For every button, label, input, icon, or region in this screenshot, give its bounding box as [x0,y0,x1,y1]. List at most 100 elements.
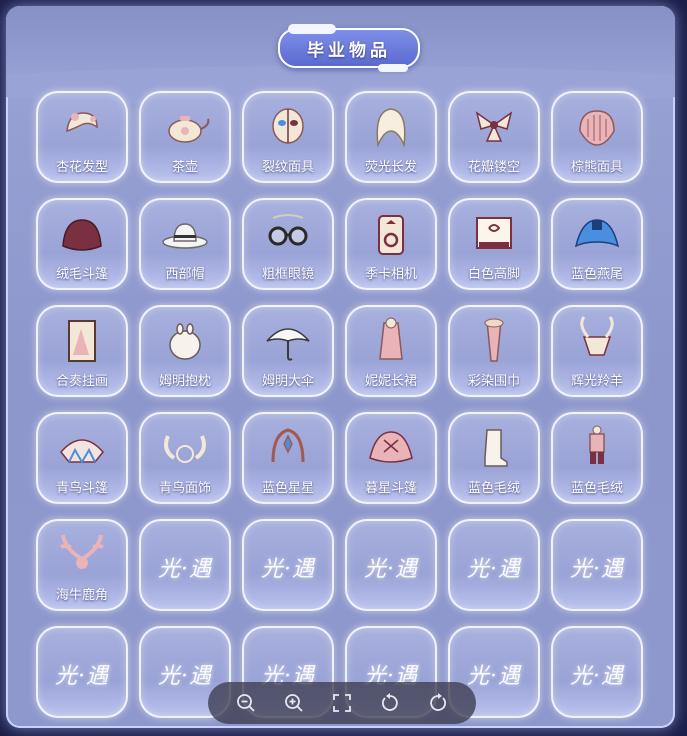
item-slot[interactable]: 青鸟斗篷 [36,412,128,504]
empty-slot[interactable]: 光·遇 [551,519,643,611]
item-slot[interactable]: 姆明抱枕 [139,305,231,397]
item-grid: 杏花发型 茶壶 裂纹面具 荧光长发 花瓣镂空 棕熊面具绒毛斗篷 西部帽 粗框眼镜 季卡相机 白色高… [36,91,656,718]
item-slot[interactable]: 妮妮长裙 [345,305,437,397]
item-label: 白色高脚 [467,267,520,282]
item-slot[interactable]: 棕熊面具 [551,91,643,183]
hair-icon [55,101,109,151]
item-label: 杏花发型 [55,160,108,175]
item-slot[interactable]: 荧光长发 [345,91,437,183]
item-slot[interactable]: 西部帽 [139,198,231,290]
item-slot[interactable]: 白色高脚 [448,198,540,290]
antelope-mask-icon [570,315,624,365]
game-logo: 光·遇 [570,664,624,689]
game-logo: 光·遇 [570,557,624,582]
item-slot[interactable]: 合奏挂画 [36,305,128,397]
item-label: 姆明抱枕 [158,374,211,389]
piano-icon [467,208,521,258]
star-headpiece-icon [261,422,315,472]
item-label: 西部帽 [165,267,205,282]
bluebird-cape-icon [55,422,109,472]
item-label: 蓝色燕尾 [570,267,623,282]
item-slot[interactable]: 粗框眼镜 [242,198,334,290]
game-logo: 光·遇 [364,557,418,582]
empty-slot[interactable]: 光·遇 [242,519,334,611]
game-logo: 光·遇 [55,664,109,689]
item-slot[interactable]: 花瓣镂空 [448,91,540,183]
empty-slot[interactable]: 光·遇 [345,519,437,611]
item-slot[interactable]: 裂纹面具 [242,91,334,183]
fullscreen-button[interactable] [329,690,355,716]
zoom-in-button[interactable] [281,690,307,716]
item-slot[interactable]: 蓝色燕尾 [551,198,643,290]
item-slot[interactable]: 青鸟面饰 [139,412,231,504]
item-label: 彩染围巾 [467,374,520,389]
scarf-icon [467,315,521,365]
image-viewer-toolbar [208,682,476,724]
item-slot[interactable]: 蓝色毛绒 [551,412,643,504]
panel-title: 毕业物品 [278,24,420,72]
item-slot[interactable]: 彩染围巾 [448,305,540,397]
item-label: 季卡相机 [364,267,417,282]
graduation-items-panel: 毕业物品 杏花发型 茶壶 裂纹面具 荧光长发 花瓣镂空 棕熊面具绒毛斗篷 西部帽 粗框眼镜 季卡… [6,6,675,728]
cowboy-hat-icon [158,208,212,258]
item-label: 蓝色毛绒 [467,481,520,496]
empty-slot[interactable]: 光·遇 [139,519,231,611]
item-label: 粗框眼镜 [261,267,314,282]
fluffy-outfit-icon [570,422,624,472]
bluebird-mask-icon [158,422,212,472]
item-label: 蓝色星星 [261,481,314,496]
item-label: 茶壶 [171,160,198,175]
blue-cape-icon [570,208,624,258]
item-label: 花瓣镂空 [467,160,520,175]
item-slot[interactable]: 茶壶 [139,91,231,183]
item-label: 姆明大伞 [261,374,314,389]
zoom-out-icon [237,694,255,712]
game-logo: 光·遇 [467,557,521,582]
item-slot[interactable]: 蓝色毛绒 [448,412,540,504]
fullscreen-icon [333,694,351,712]
zoom-out-button[interactable] [233,690,259,716]
item-label: 荧光长发 [364,160,417,175]
item-label: 青鸟斗篷 [55,481,108,496]
zoom-in-icon [285,694,303,712]
item-label: 青鸟面饰 [158,481,211,496]
umbrella-icon [261,315,315,365]
camera-icon [364,208,418,258]
item-label: 海牛鹿角 [55,588,108,603]
item-slot[interactable]: 绒毛斗篷 [36,198,128,290]
rotate-right-icon [430,693,446,711]
petal-hair-icon [467,101,521,151]
mask-icon [261,101,315,151]
fluffy-boots-icon [467,422,521,472]
dusk-cape-icon [364,422,418,472]
rotate-left-icon [382,693,398,711]
dress-icon [364,315,418,365]
item-label: 辉光羚羊 [570,374,623,389]
item-slot[interactable]: 姆明大伞 [242,305,334,397]
bear-mask-icon [570,101,624,151]
item-slot[interactable]: 海牛鹿角 [36,519,128,611]
item-label: 绒毛斗篷 [55,267,108,282]
item-label: 蓝色毛绒 [570,481,623,496]
moomin-pillow-icon [158,315,212,365]
rotate-left-button[interactable] [377,690,403,716]
rotate-right-button[interactable] [425,690,451,716]
long-hair-icon [364,101,418,151]
game-logo: 光·遇 [158,557,212,582]
item-slot[interactable]: 暮星斗篷 [345,412,437,504]
item-slot[interactable]: 季卡相机 [345,198,437,290]
item-label: 妮妮长裙 [364,374,417,389]
item-label: 棕熊面具 [570,160,623,175]
item-label: 合奏挂画 [55,374,108,389]
item-label: 裂纹面具 [261,160,314,175]
teapot-icon [158,101,212,151]
item-slot[interactable]: 蓝色星星 [242,412,334,504]
item-slot[interactable]: 辉光羚羊 [551,305,643,397]
item-label: 暮星斗篷 [364,481,417,496]
empty-slot[interactable]: 光·遇 [551,626,643,718]
empty-slot[interactable]: 光·遇 [36,626,128,718]
item-slot[interactable]: 杏花发型 [36,91,128,183]
glasses-icon [261,208,315,258]
painting-icon [55,315,109,365]
empty-slot[interactable]: 光·遇 [448,519,540,611]
